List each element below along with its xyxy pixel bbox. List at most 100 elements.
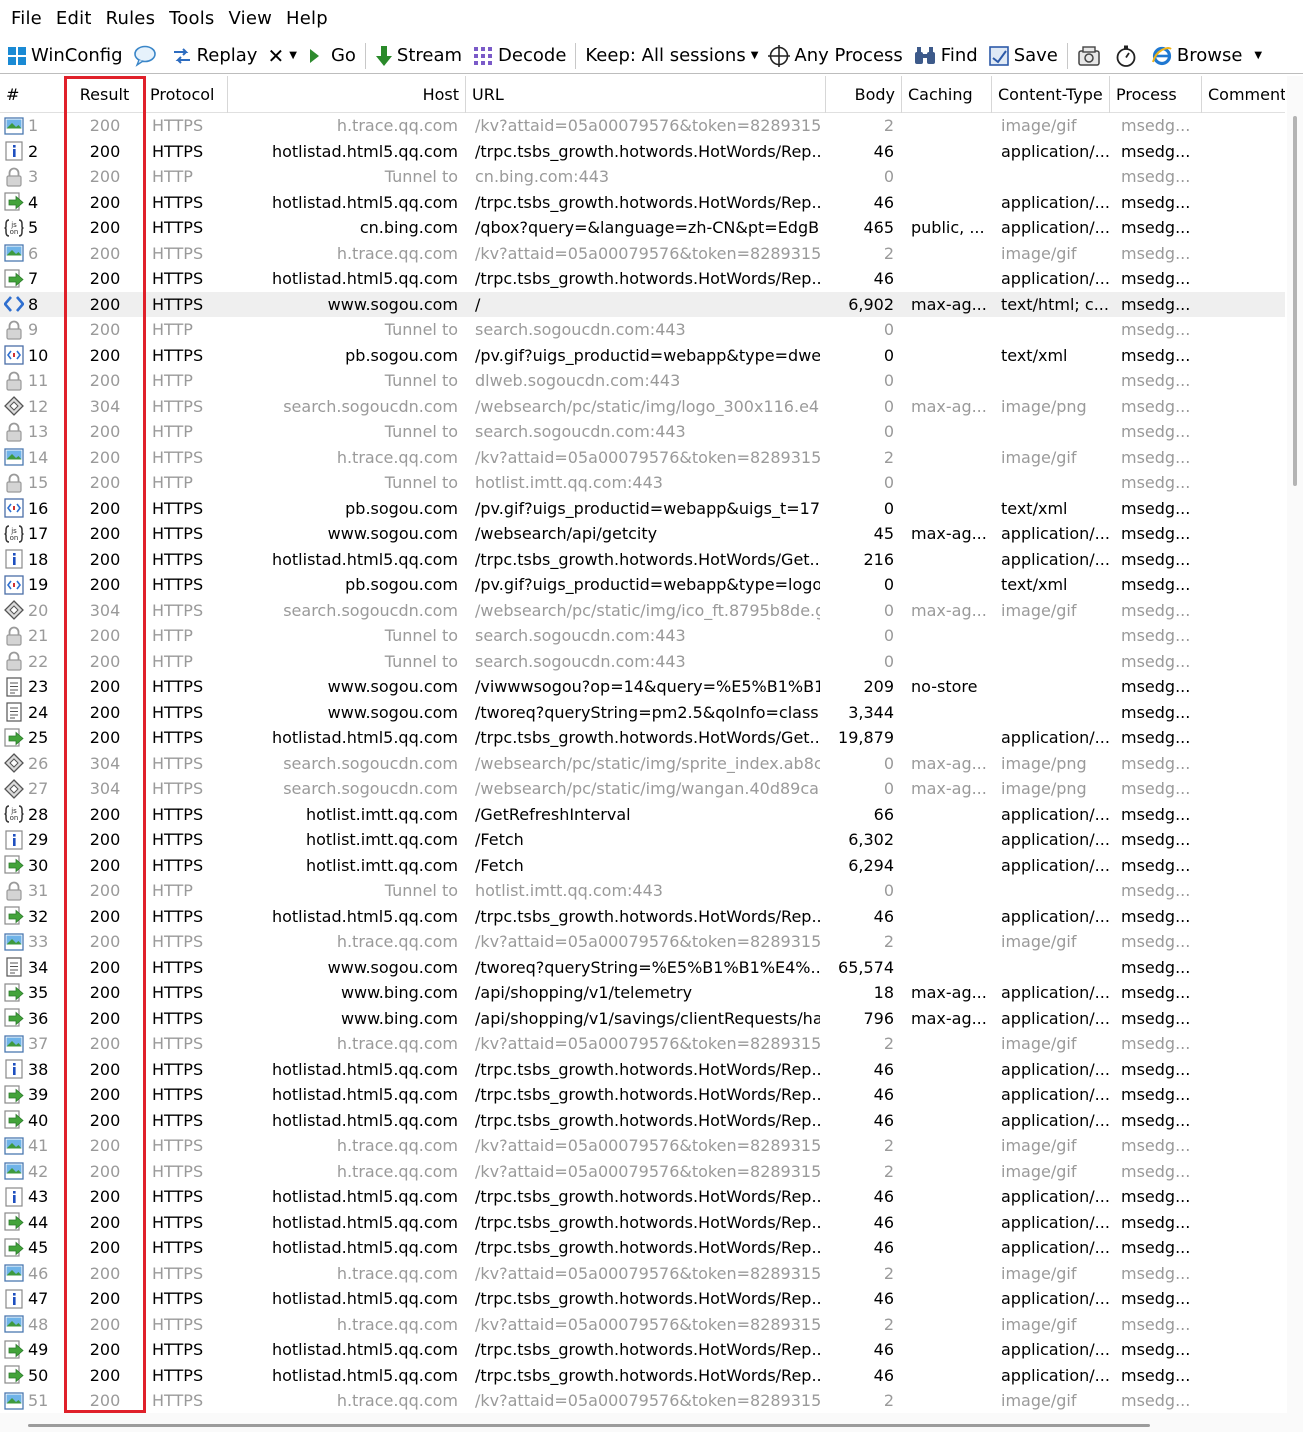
session-row[interactable]: 23 200 HTTPS www.sogou.com/viwwwsogou?op=14… [0, 674, 1285, 700]
session-row[interactable]: 29 200 HTTPS hotlist.imtt.qq.com/Fetch 6,302… [0, 827, 1285, 853]
column-header-protocol[interactable]: Protocol [144, 76, 228, 113]
menu-help[interactable]: Help [279, 0, 335, 38]
menu-edit[interactable]: Edit [49, 0, 99, 38]
menu-view[interactable]: View [222, 0, 280, 38]
session-row[interactable]: 18 200 HTTPS hotlistad.html5.qq.com/trpc.ts… [0, 547, 1285, 573]
session-row[interactable]: 22 200 HTTP Tunnel to search.sogoucdn.com:44… [0, 649, 1285, 675]
horizontal-scrollbar-thumb[interactable] [28, 1424, 1150, 1427]
session-row[interactable]: js on 17 200 HTTPS www.sogou.com/websearch/ap… [0, 521, 1285, 547]
session-row[interactable]: 16 200 HTTPS pb.sogou.com/pv.gif?uigs_produ… [0, 496, 1285, 522]
column-header-body[interactable]: Body [826, 76, 902, 113]
session-row[interactable]: 11 200 HTTP Tunnel to dlweb.sogoucdn.com:443… [0, 368, 1285, 394]
screenshot-button[interactable] [1072, 40, 1110, 72]
menu-file[interactable]: File [4, 0, 49, 38]
session-row[interactable]: 13 200 HTTP Tunnel to search.sogoucdn.com:44… [0, 419, 1285, 445]
column-header-comments[interactable]: Comments [1202, 76, 1285, 113]
winconfig-button[interactable]: WinConfig [2, 40, 128, 72]
timer-button[interactable] [1110, 40, 1146, 72]
session-number: 12 [28, 396, 49, 416]
session-row[interactable]: 27 304 HTTPS search.sogoucdn.com/websearch/… [0, 776, 1285, 802]
session-row[interactable]: 7 200 HTTPS hotlistad.html5.qq.com/trpc.tsb… [0, 266, 1285, 292]
session-row[interactable]: 39 200 HTTPS hotlistad.html5.qq.com/trpc.ts… [0, 1082, 1285, 1108]
session-row[interactable]: 12 304 HTTPS search.sogoucdn.com/websearch/… [0, 394, 1285, 420]
session-row[interactable]: 24 200 HTTPS www.sogou.com/tworeq?queryStri… [0, 700, 1285, 726]
session-row[interactable]: 43 200 HTTPS hotlistad.html5.qq.com/trpc.ts… [0, 1184, 1285, 1210]
session-row[interactable]: 25 200 HTTPS hotlistad.html5.qq.com/trpc.ts… [0, 725, 1285, 751]
vertical-scrollbar[interactable] [1287, 76, 1303, 1413]
column-header-caching[interactable]: Caching [902, 76, 992, 113]
decode-button[interactable]: Decode [467, 40, 571, 72]
session-row[interactable]: 21 200 HTTP Tunnel to search.sogoucdn.com:44… [0, 623, 1285, 649]
caching-cell [911, 1133, 993, 1159]
session-row[interactable]: 30 200 HTTPS hotlist.imtt.qq.com/Fetch 6,294… [0, 853, 1285, 879]
column-header-number[interactable]: # [0, 76, 66, 113]
menu-rules[interactable]: Rules [99, 0, 163, 38]
caching-cell: max-ag... [911, 396, 987, 416]
result-cell: 200 [89, 983, 121, 1002]
browse-button[interactable]: Browse ▼ [1146, 40, 1267, 72]
session-row[interactable]: 34 200 HTTPS www.sogou.com/tworeq?queryStri… [0, 955, 1285, 981]
session-row[interactable]: 36 200 HTTPS www.bing.com/api/shopping/v1/s… [0, 1006, 1285, 1032]
session-row[interactable]: 41 200 HTTPS h.trace.qq.com/kv?attaid=05a00… [0, 1133, 1285, 1159]
session-row[interactable]: 47 200 HTTPS hotlistad.html5.qq.com/trpc.ts… [0, 1286, 1285, 1312]
find-button[interactable]: Find [908, 40, 983, 72]
session-row[interactable]: 4 200 HTTPS hotlistad.html5.qq.com/trpc.tsb… [0, 190, 1285, 216]
session-row[interactable]: 14 200 HTTPS h.trace.qq.com/kv?attaid=05a00… [0, 445, 1285, 471]
session-row[interactable]: 51 200 HTTPS h.trace.qq.com/kv?attaid=05a00… [0, 1388, 1285, 1413]
session-row[interactable]: 9 200 HTTP Tunnel to search.sogoucdn.com:443… [0, 317, 1285, 343]
comment-button[interactable] [128, 40, 166, 72]
session-row[interactable]: 38 200 HTTPS hotlistad.html5.qq.com/trpc.ts… [0, 1057, 1285, 1083]
session-row[interactable]: 2 200 HTTPS hotlistad.html5.qq.com/trpc.tsb… [0, 139, 1285, 165]
stream-label: Stream [396, 45, 463, 66]
session-row[interactable]: 44 200 HTTPS hotlistad.html5.qq.com/trpc.ts… [0, 1210, 1285, 1236]
horizontal-scrollbar[interactable] [0, 1413, 1303, 1432]
session-row[interactable]: 1 200 HTTPS h.trace.qq.com/kv?attaid=05a000… [0, 113, 1285, 139]
content-type-cell [1001, 470, 1109, 496]
session-row[interactable]: 15 200 HTTP Tunnel to hotlist.imtt.qq.com:44… [0, 470, 1285, 496]
column-header-host[interactable]: Host [228, 76, 466, 113]
keep-sessions-dropdown[interactable]: Keep: All sessions ▼ [580, 40, 763, 72]
session-row[interactable]: js on 28 200 HTTPS hotlist.imtt.qq.com/GetRef… [0, 802, 1285, 828]
session-number: 35 [28, 983, 49, 1002]
session-row[interactable]: 45 200 HTTPS hotlistad.html5.qq.com/trpc.ts… [0, 1235, 1285, 1261]
session-row[interactable]: 19 200 HTTPS pb.sogou.com/pv.gif?uigs_produ… [0, 572, 1285, 598]
menu-tools[interactable]: Tools [162, 0, 221, 38]
session-row[interactable]: 26 304 HTTPS search.sogoucdn.com/websearch/… [0, 751, 1285, 777]
session-number: 42 [28, 1161, 49, 1181]
go-button[interactable]: Go [302, 40, 361, 72]
caching-cell [911, 878, 993, 904]
session-row[interactable]: 6 200 HTTPS h.trace.qq.com/kv?attaid=05a000… [0, 241, 1285, 267]
column-header-url[interactable]: URL [466, 76, 826, 113]
session-row[interactable]: 8 200 HTTPS www.sogou.com / 6,902 max-ag... tex… [0, 291, 1285, 317]
session-row[interactable]: 42 200 HTTPS h.trace.qq.com/kv?attaid=05a00… [0, 1159, 1285, 1185]
vertical-scrollbar-thumb[interactable] [1293, 116, 1297, 486]
session-row[interactable]: 33 200 HTTPS h.trace.qq.com/kv?attaid=05a00… [0, 929, 1285, 955]
session-row[interactable]: 3 200 HTTP Tunnel to cn.bing.com:443 0 msedg..… [0, 164, 1285, 190]
any-process-button[interactable]: Any Process [763, 40, 907, 72]
session-row[interactable]: 37 200 HTTPS h.trace.qq.com/kv?attaid=05a00… [0, 1031, 1285, 1057]
column-header-process[interactable]: Process [1110, 76, 1202, 113]
session-row[interactable]: 32 200 HTTPS hotlistad.html5.qq.com/trpc.ts… [0, 904, 1285, 930]
replay-label: Replay [196, 45, 258, 66]
host-cell: h.trace.qq.com [336, 1136, 458, 1155]
session-row[interactable]: 46 200 HTTPS h.trace.qq.com/kv?attaid=05a00… [0, 1261, 1285, 1287]
content-type-cell: application/... [1001, 983, 1109, 1002]
save-button[interactable]: Save [983, 40, 1063, 72]
session-row[interactable]: 40 200 HTTPS hotlistad.html5.qq.com/trpc.ts… [0, 1108, 1285, 1134]
host-cell: h.trace.qq.com [336, 1314, 458, 1334]
session-row[interactable]: 10 200 HTTPS pb.sogou.com/pv.gif?uigs_produ… [0, 343, 1285, 369]
stream-button[interactable]: Stream [370, 40, 467, 72]
body-size-cell: 66 [873, 804, 894, 824]
column-header-content-type[interactable]: Content-Type [992, 76, 1110, 113]
session-row[interactable]: 31 200 HTTP Tunnel to hotlist.imtt.qq.com:44… [0, 878, 1285, 904]
remove-sessions-button[interactable]: ✕ ▼ [262, 40, 301, 72]
column-header-result[interactable]: Result [66, 76, 144, 113]
session-row[interactable]: 20 304 HTTPS search.sogoucdn.com/websearch/… [0, 598, 1285, 624]
session-row[interactable]: 50 200 HTTPS hotlistad.html5.qq.com/trpc.ts… [0, 1363, 1285, 1389]
result-cell: 200 [89, 243, 121, 263]
session-row[interactable]: 48 200 HTTPS h.trace.qq.com/kv?attaid=05a00… [0, 1312, 1285, 1338]
session-row[interactable]: 35 200 HTTPS www.bing.com/api/shopping/v1/t… [0, 980, 1285, 1006]
replay-button[interactable]: Replay [166, 40, 263, 72]
session-row[interactable]: js on 5 200 HTTPS cn.bing.com/qbox?query=&lan… [0, 215, 1285, 241]
session-row[interactable]: 49 200 HTTPS hotlistad.html5.qq.com/trpc.ts… [0, 1337, 1285, 1363]
